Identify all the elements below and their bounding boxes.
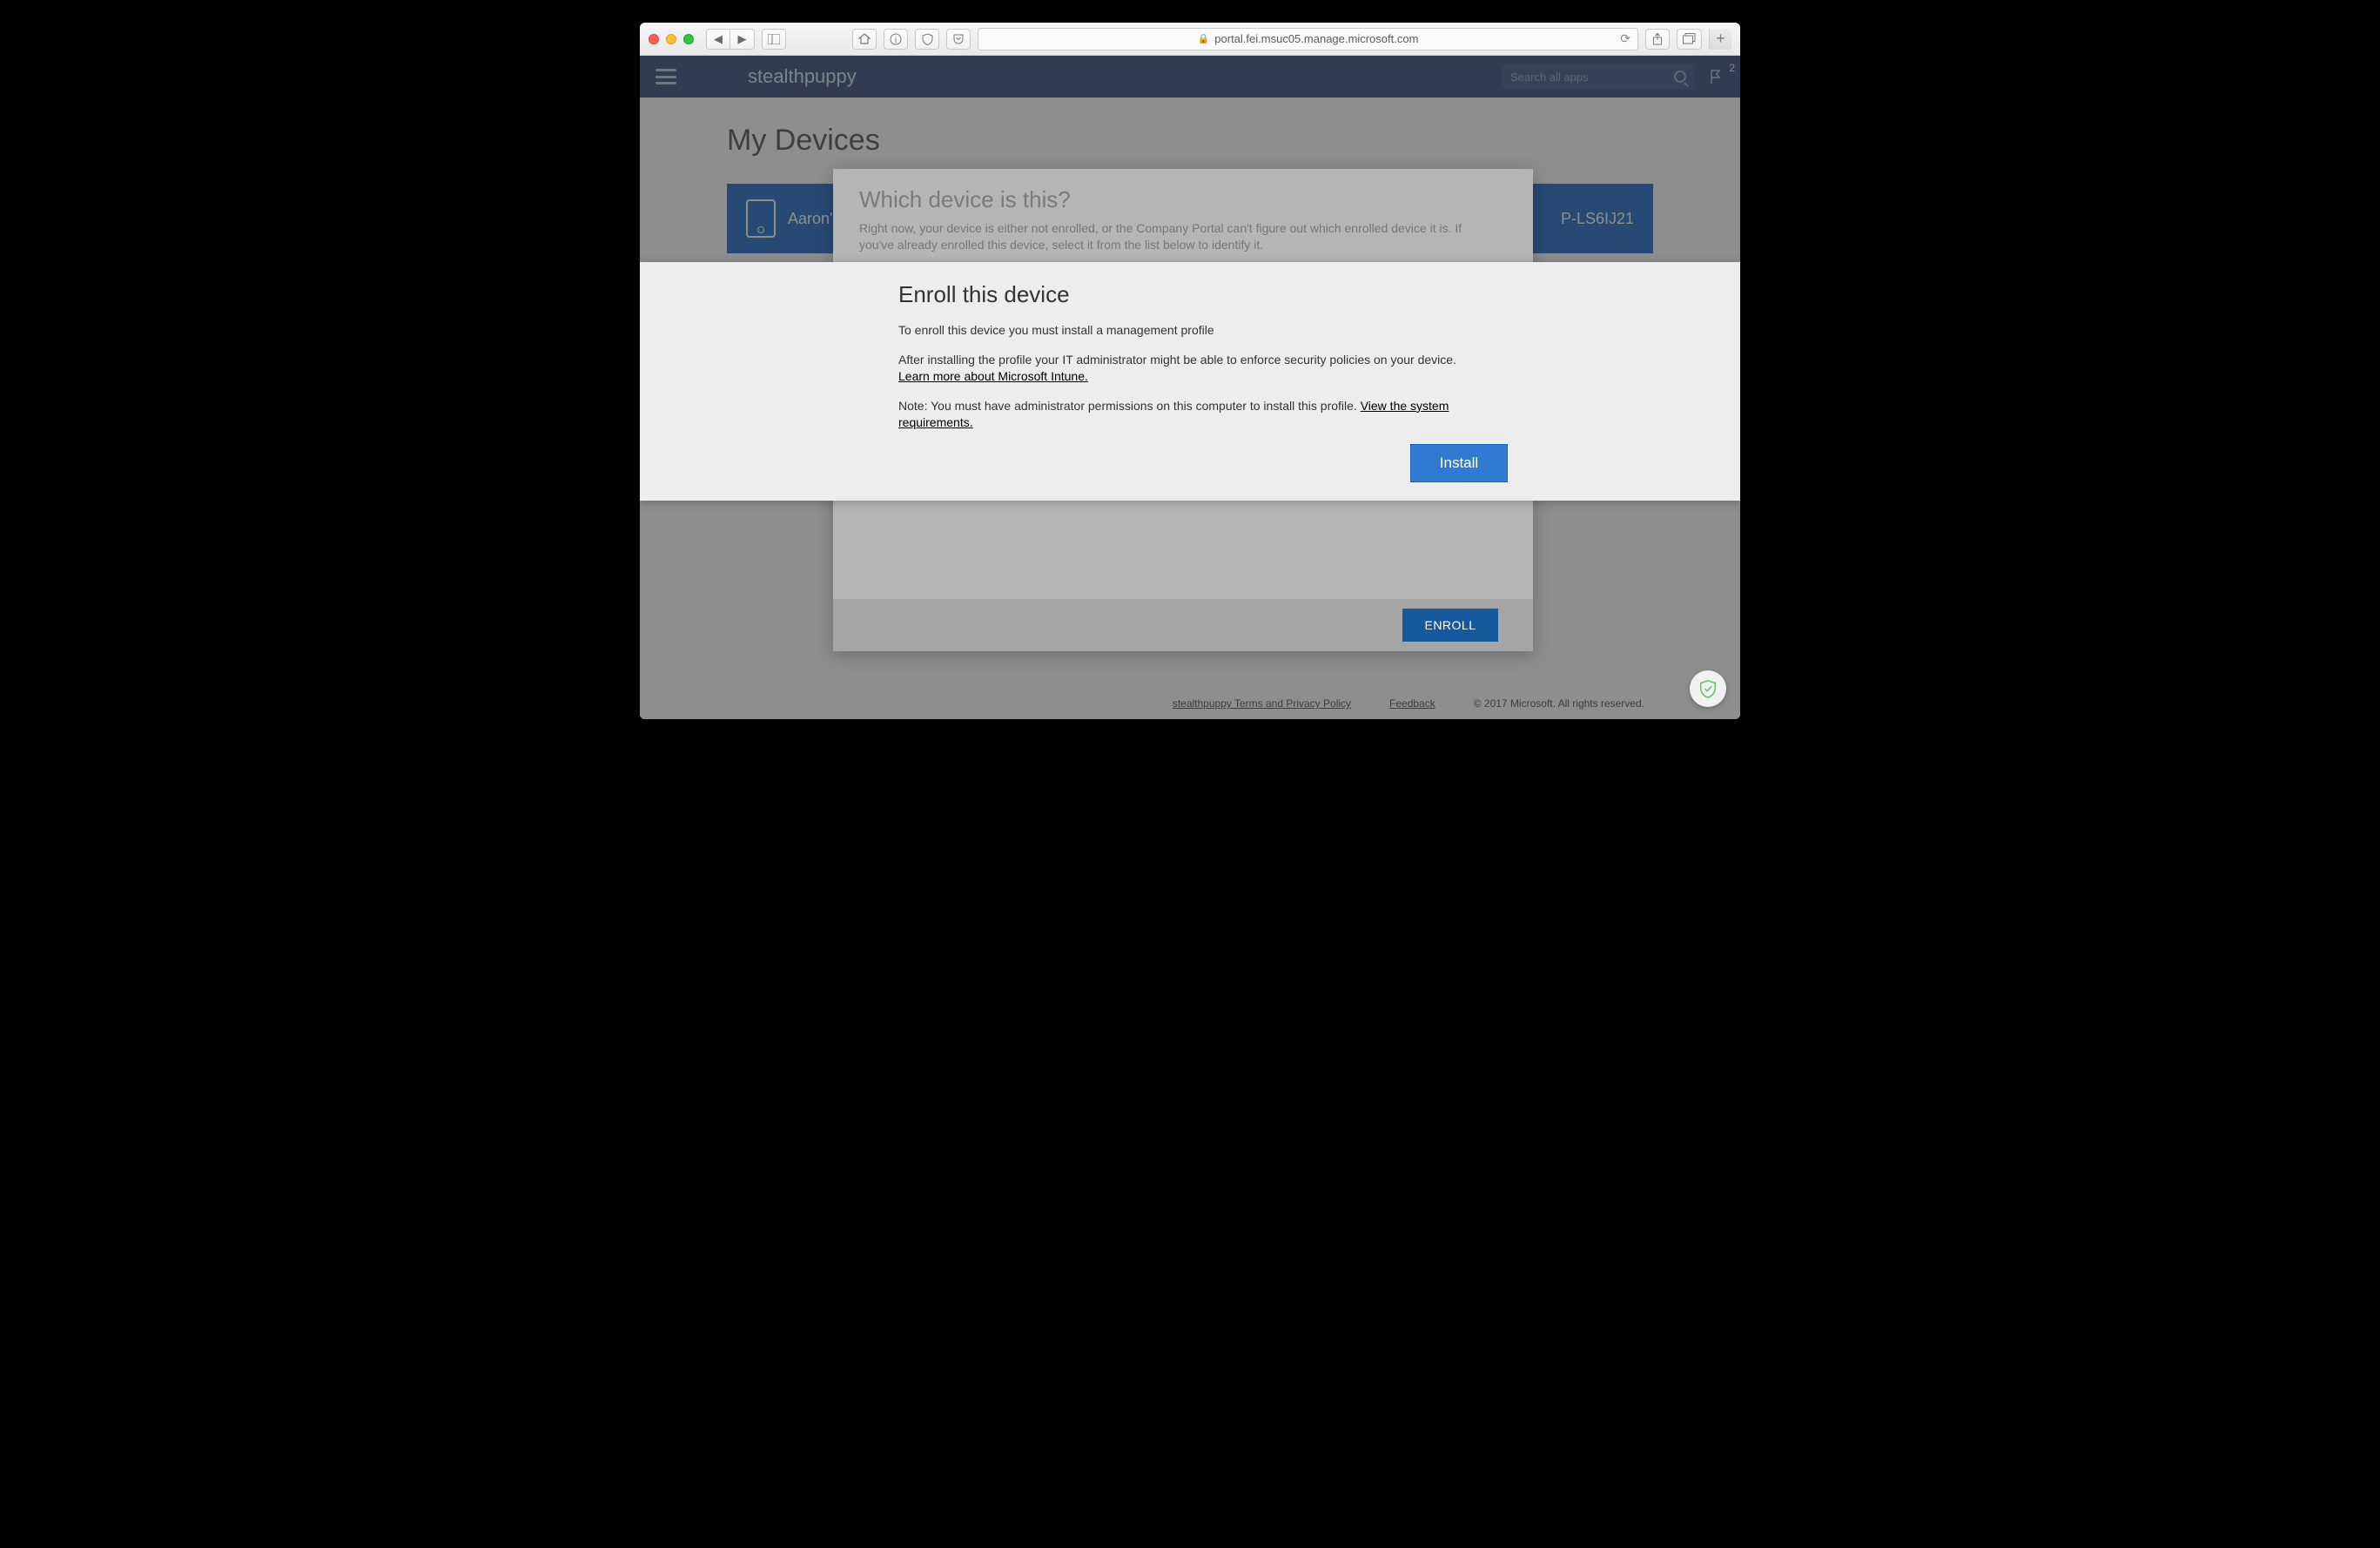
lock-icon: 🔒 [1198,33,1210,44]
enroll-line-2: After installing the profile your IT adm… [898,352,1508,386]
enroll-line-1: To enroll this device you must install a… [898,322,1508,340]
browser-window: ◀ ▶ i 🔒 portal.fei.msuc05.manage.microso… [640,23,1740,719]
shield-button[interactable] [915,29,939,50]
window-controls [649,34,694,44]
address-text: portal.fei.msuc05.manage.microsoft.com [1214,32,1418,45]
address-bar[interactable]: 🔒 portal.fei.msuc05.manage.microsoft.com… [978,28,1638,50]
enroll-button[interactable]: ENROLL [1402,609,1498,642]
minimize-window-button[interactable] [666,34,676,44]
which-device-title: Which device is this? [859,186,1507,213]
home-button[interactable] [852,29,877,50]
info-button[interactable]: i [884,29,908,50]
install-button[interactable]: Install [1410,444,1508,482]
enroll-dialog: Enroll this device To enroll this device… [640,262,1740,501]
share-button[interactable] [1645,29,1670,50]
reload-button[interactable]: ⟳ [1620,31,1630,46]
page: stealthpuppy 2 My Devices Aaron's [640,56,1740,719]
svg-text:i: i [895,36,897,45]
zoom-window-button[interactable] [683,34,694,44]
close-window-button[interactable] [649,34,659,44]
enroll-note: Note: You must have administrator permis… [898,398,1508,432]
enroll-dialog-title: Enroll this device [898,281,1508,308]
security-badge[interactable] [1690,670,1726,707]
tabs-button[interactable] [1677,29,1702,50]
browser-toolbar: ◀ ▶ i 🔒 portal.fei.msuc05.manage.microso… [640,23,1740,56]
which-device-body: Right now, your device is either not enr… [859,220,1469,253]
back-button[interactable]: ◀ [706,29,730,50]
enroll-line-2-text: After installing the profile your IT adm… [898,353,1456,367]
forward-button[interactable]: ▶ [730,29,755,50]
sidebar-button[interactable] [762,29,786,50]
pocket-button[interactable] [946,29,971,50]
learn-more-link[interactable]: Learn more about Microsoft Intune. [898,369,1088,383]
enroll-note-text: Note: You must have administrator permis… [898,399,1361,413]
new-tab-button[interactable]: + [1709,29,1731,50]
